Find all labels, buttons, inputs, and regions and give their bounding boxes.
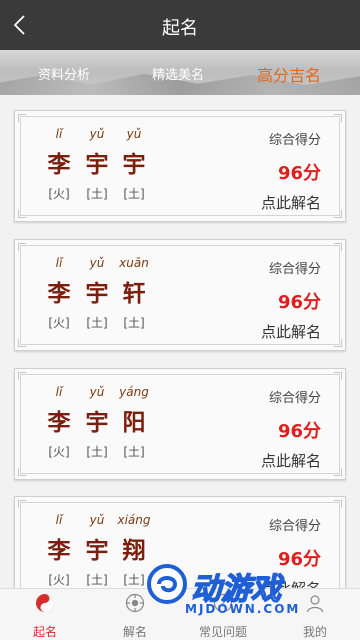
yin-yang-icon	[36, 594, 54, 612]
character: 宇	[85, 281, 109, 307]
tab-featured-names[interactable]: 精选美名	[152, 64, 204, 83]
explain-name-link[interactable]: 点此解名	[261, 450, 321, 471]
score-block: 综合得分 96分 点此解名	[261, 258, 321, 342]
name-list: lǐ 李 [火] yǔ 宇 [土] yǔ 宇 [土] 综合得分 96分 点此解名…	[0, 95, 360, 588]
question-icon: ?	[213, 593, 233, 613]
element: [土]	[86, 445, 108, 459]
name-char: lǐ 李 [火]	[39, 385, 79, 460]
character: 宇	[85, 410, 109, 436]
element: [土]	[123, 573, 145, 587]
name-char: yǔ 宇 [土]	[77, 385, 117, 460]
pinyin: xiáng	[117, 513, 151, 527]
name-char: lǐ 李 [火]	[39, 256, 79, 331]
name-char: xiáng 翔 [土]	[114, 513, 154, 588]
nav-label: 我的	[302, 625, 327, 639]
character: 李	[47, 410, 71, 436]
character: 李	[47, 281, 71, 307]
score-label: 综合得分	[268, 133, 321, 148]
score-value: 96分	[277, 549, 321, 570]
name-char: yǔ 宇 [土]	[77, 256, 117, 331]
score-value: 96分	[277, 292, 321, 313]
score-block: 综合得分 96分 点此解名	[261, 515, 321, 588]
character: 轩	[122, 281, 146, 307]
pinyin: yǔ	[89, 513, 105, 527]
element: [火]	[48, 187, 70, 201]
name-char: yǔ 宇 [土]	[77, 513, 117, 588]
character: 阳	[122, 410, 146, 436]
character: 宇	[85, 152, 109, 178]
pinyin: lǐ	[55, 513, 63, 527]
tab-high-score-names[interactable]: 高分吉名	[257, 62, 321, 86]
score-label: 综合得分	[268, 391, 321, 406]
score-block: 综合得分 96分 点此解名	[261, 129, 321, 213]
character: 李	[47, 538, 71, 564]
name-card[interactable]: lǐ 李 [火] yǔ 宇 [土] yáng 阳 [土] 综合得分 96分 点此…	[14, 368, 346, 480]
element: [火]	[48, 573, 70, 587]
pinyin: lǐ	[55, 256, 63, 270]
explain-name-link[interactable]: 点此解名	[261, 192, 321, 213]
element: [土]	[86, 316, 108, 330]
page-title: 起名	[162, 18, 198, 39]
nav-item-explain[interactable]: 解名	[100, 593, 170, 640]
name-char: yǔ 宇 [土]	[77, 127, 117, 202]
name-char: yǔ 宇 [土]	[114, 127, 154, 202]
score-value: 96分	[277, 163, 321, 184]
score-label: 综合得分	[268, 519, 321, 534]
character: 宇	[85, 538, 109, 564]
score-label: 综合得分	[268, 262, 321, 277]
name-card[interactable]: lǐ 李 [火] yǔ 宇 [土] xuān 轩 [土] 综合得分 96分 点此…	[14, 239, 346, 351]
element: [土]	[123, 445, 145, 459]
element: [土]	[86, 573, 108, 587]
svg-text:?: ?	[220, 597, 226, 610]
character: 翔	[122, 538, 146, 564]
user-icon	[306, 595, 324, 613]
element: [土]	[86, 187, 108, 201]
nav-label: 解名	[122, 625, 147, 639]
pinyin: yǔ	[89, 385, 105, 399]
nav-item-naming[interactable]: 起名	[10, 593, 80, 640]
pinyin: yǔ	[126, 127, 142, 141]
score-block: 综合得分 96分 点此解名	[261, 387, 321, 471]
score-value: 96分	[277, 421, 321, 442]
pinyin: lǐ	[55, 127, 63, 141]
nav-item-faq[interactable]: ? 常见问题	[188, 593, 258, 640]
character: 李	[47, 152, 71, 178]
name-card[interactable]: lǐ 李 [火] yǔ 宇 [土] xiáng 翔 [土] 综合得分 96分 点…	[14, 496, 346, 588]
pinyin: yǔ	[89, 127, 105, 141]
pinyin: xuān	[119, 256, 149, 270]
tab-bar: 资料分析 精选美名 高分吉名	[0, 50, 360, 95]
name-char: xuān 轩 [土]	[114, 256, 154, 331]
element: [火]	[48, 316, 70, 330]
pinyin: yáng	[119, 385, 149, 399]
explain-name-link[interactable]: 点此解名	[261, 321, 321, 342]
nav-item-profile[interactable]: 我的	[280, 593, 350, 640]
name-card[interactable]: lǐ 李 [火] yǔ 宇 [土] yǔ 宇 [土] 综合得分 96分 点此解名	[14, 110, 346, 222]
nav-label: 起名	[32, 625, 57, 639]
element: [土]	[123, 187, 145, 201]
bottom-nav: 起名 解名 ? 常见问题 我的	[0, 588, 360, 640]
pinyin: lǐ	[55, 385, 63, 399]
name-char: yáng 阳 [土]	[114, 385, 154, 460]
character: 宇	[122, 152, 146, 178]
name-char: lǐ 李 [火]	[39, 513, 79, 588]
name-char: lǐ 李 [火]	[39, 127, 79, 202]
bagua-icon	[125, 593, 145, 613]
explain-name-link[interactable]: 点此解名	[261, 578, 321, 588]
tab-data-analysis[interactable]: 资料分析	[38, 64, 90, 83]
element: [火]	[48, 445, 70, 459]
nav-label: 常见问题	[198, 625, 247, 639]
top-bar: 起名	[0, 0, 360, 50]
element: [土]	[123, 316, 145, 330]
pinyin: yǔ	[89, 256, 105, 270]
